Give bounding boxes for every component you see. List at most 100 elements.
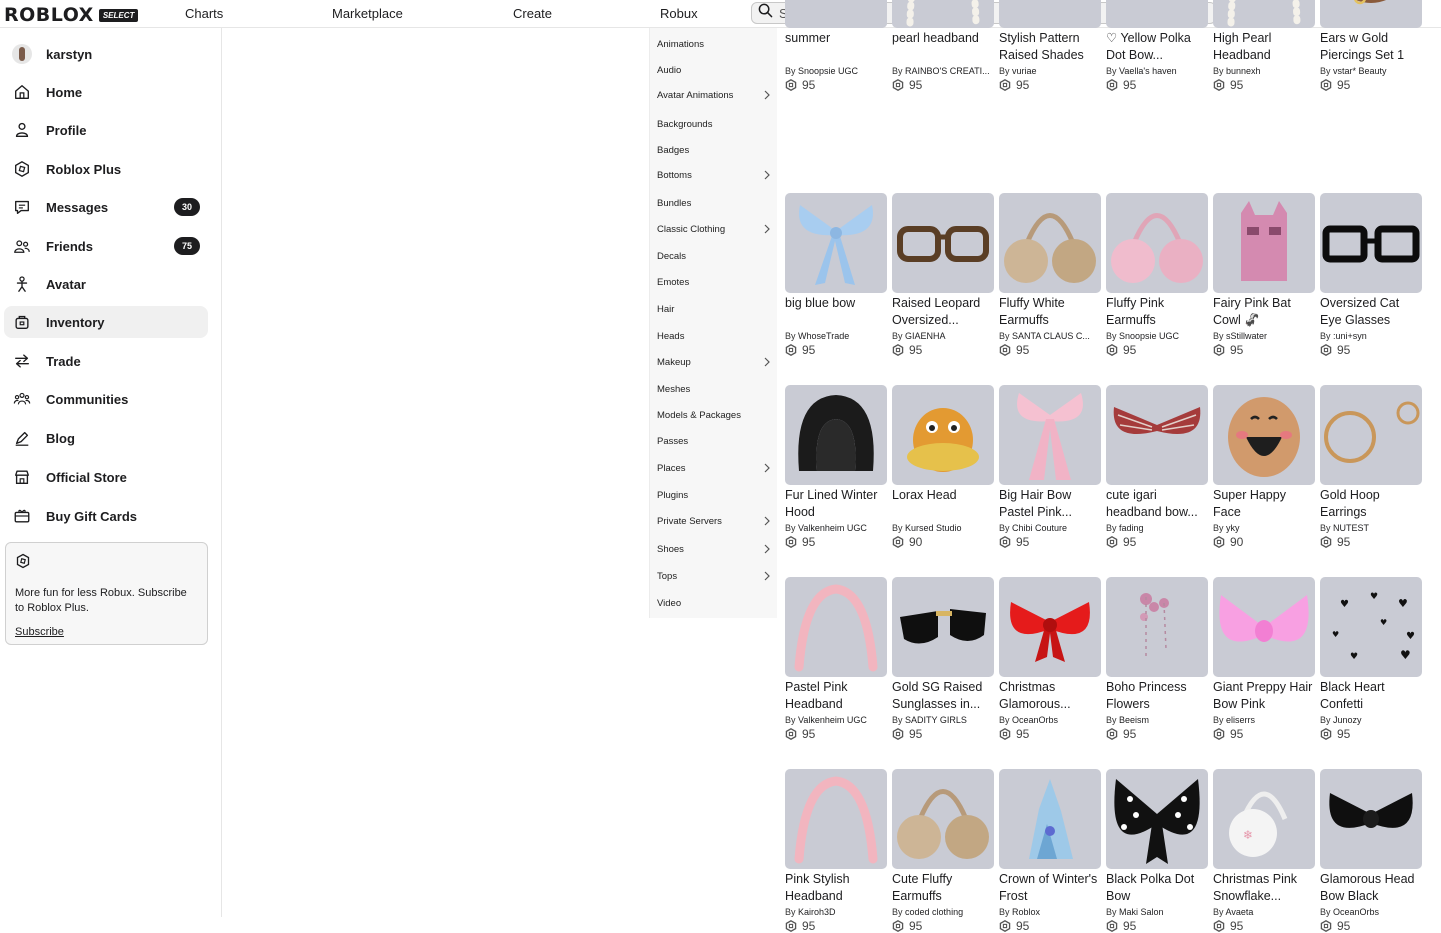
item-name[interactable]: Cute Fluffy Earmuffs	[892, 871, 994, 905]
creator-link[interactable]: NUTEST	[1333, 523, 1369, 533]
creator-link[interactable]: eliserrs	[1226, 715, 1255, 725]
item-thumbnail[interactable]	[785, 769, 887, 869]
item-thumbnail[interactable]	[892, 769, 994, 869]
subscribe-link[interactable]: Subscribe	[15, 626, 64, 638]
item-card[interactable]: Fur Lined Winter Hood By Valkenheim UGC 95	[785, 385, 887, 549]
creator-link[interactable]: SANTA CLAUS C...	[1012, 331, 1090, 341]
item-thumbnail[interactable]: ❄	[1213, 769, 1315, 869]
category-badges[interactable]: Badges	[650, 139, 778, 161]
sidebar-item-buy-gift-cards[interactable]: Buy Gift Cards	[4, 500, 208, 532]
item-name[interactable]: Fluffy White Earmuffs	[999, 295, 1101, 329]
item-thumbnail[interactable]	[1106, 577, 1208, 677]
item-thumbnail[interactable]	[892, 193, 994, 293]
category-tops[interactable]: Tops	[650, 565, 778, 587]
item-card[interactable]: Gold Hoop Earrings By NUTEST 95	[1320, 385, 1422, 549]
nav-robux[interactable]: Robux	[660, 6, 698, 21]
creator-link[interactable]: Beeism	[1119, 715, 1149, 725]
item-card[interactable]: Pink Stylish Headband By Kairoh3D 95	[785, 769, 887, 933]
creator-link[interactable]: Snoopsie UGC	[1119, 331, 1179, 341]
creator-link[interactable]: fading	[1119, 523, 1144, 533]
item-thumbnail[interactable]	[1320, 769, 1422, 869]
item-card[interactable]: Fluffy Pink Earmuffs By Snoopsie UGC 95	[1106, 193, 1208, 357]
item-name[interactable]: Giant Preppy Hair Bow Pink	[1213, 679, 1315, 713]
category-classic-clothing[interactable]: Classic Clothing	[650, 218, 778, 240]
item-thumbnail[interactable]	[892, 0, 994, 28]
item-card[interactable]: Gold SG Raised Sunglasses in... By SADITY…	[892, 577, 994, 741]
creator-link[interactable]: Valkenheim UGC	[798, 523, 867, 533]
item-name[interactable]: pearl headband	[892, 30, 994, 64]
sidebar-item-trade[interactable]: Trade	[4, 345, 208, 377]
creator-link[interactable]: vstar* Beauty	[1333, 66, 1387, 76]
item-card[interactable]: Christmas Glamorous... By OceanOrbs 95	[999, 577, 1101, 741]
item-thumbnail[interactable]	[1320, 0, 1422, 28]
sidebar-item-official-store[interactable]: Official Store	[4, 461, 208, 493]
item-name[interactable]: Fairy Pink Bat Cowl 🦨	[1213, 295, 1315, 329]
item-name[interactable]: Stylish Pattern Raised Shades	[999, 30, 1101, 64]
item-card[interactable]: Raised Leopard Oversized... By GIAENHA 95	[892, 193, 994, 357]
creator-link[interactable]: :uni+syn	[1333, 331, 1367, 341]
item-card[interactable]: pearl headband By RAINBO'S CREATI... 95	[892, 0, 994, 92]
item-card[interactable]: Big Hair Bow Pastel Pink... By Chibi Cout…	[999, 385, 1101, 549]
item-thumbnail[interactable]	[999, 385, 1101, 485]
nav-create[interactable]: Create	[513, 6, 552, 21]
category-audio[interactable]: Audio	[650, 59, 778, 81]
item-thumbnail[interactable]	[1106, 0, 1208, 28]
creator-link[interactable]: Roblox	[1012, 907, 1040, 917]
item-name[interactable]: cute igari headband bow...	[1106, 487, 1208, 521]
sidebar-item-messages[interactable]: Messages 30	[4, 191, 208, 223]
item-thumbnail[interactable]	[1213, 577, 1315, 677]
item-thumbnail[interactable]	[999, 0, 1101, 28]
item-name[interactable]: Christmas Pink Snowflake...	[1213, 871, 1315, 905]
item-thumbnail[interactable]	[785, 385, 887, 485]
item-card[interactable]: big blue bow By WhoseTrade 95	[785, 193, 887, 357]
item-name[interactable]: Christmas Glamorous...	[999, 679, 1101, 713]
item-thumbnail[interactable]	[892, 385, 994, 485]
creator-link[interactable]: Snoopsie UGC	[798, 66, 858, 76]
item-thumbnail[interactable]	[999, 769, 1101, 869]
creator-link[interactable]: coded clothing	[905, 907, 963, 917]
creator-link[interactable]: bunnexh	[1226, 66, 1261, 76]
category-emotes[interactable]: Emotes	[650, 271, 778, 293]
item-thumbnail[interactable]	[785, 577, 887, 677]
item-card[interactable]: Crown of Winter's Frost By Roblox 95	[999, 769, 1101, 933]
item-name[interactable]: summer	[785, 30, 887, 64]
item-name[interactable]: Fur Lined Winter Hood	[785, 487, 887, 521]
item-card[interactable]: Fairy Pink Bat Cowl 🦨 By sStillwater 95	[1213, 193, 1315, 357]
item-name[interactable]: ♡ Yellow Polka Dot Bow...	[1106, 30, 1208, 64]
item-name[interactable]: Pastel Pink Headband	[785, 679, 887, 713]
item-card[interactable]: ♥ ♥ ♥ ♥ ♥ ♥ ♥ ♥ Black Heart Confetti By Junozy 95	[1320, 577, 1422, 741]
creator-link[interactable]: Vaella's haven	[1119, 66, 1177, 76]
item-name[interactable]: Lorax Head	[892, 487, 994, 521]
creator-link[interactable]: RAINBO'S CREATI...	[905, 66, 990, 76]
category-heads[interactable]: Heads	[650, 325, 778, 347]
category-bundles[interactable]: Bundles	[650, 192, 778, 214]
item-card[interactable]: Fluffy White Earmuffs By SANTA CLAUS C...…	[999, 193, 1101, 357]
category-hair[interactable]: Hair	[650, 298, 778, 320]
item-thumbnail[interactable]: ♥ ♥ ♥ ♥ ♥ ♥ ♥ ♥	[1320, 577, 1422, 677]
sidebar-item-home[interactable]: Home	[4, 76, 208, 108]
item-card[interactable]: Oversized Cat Eye Glasses By :uni+syn 95	[1320, 193, 1422, 357]
category-places[interactable]: Places	[650, 457, 778, 479]
creator-link[interactable]: Kairoh3D	[798, 907, 836, 917]
item-name[interactable]: Ears w Gold Piercings Set 1	[1320, 30, 1422, 64]
item-name[interactable]: Gold SG Raised Sunglasses in...	[892, 679, 994, 713]
item-thumbnail[interactable]	[892, 577, 994, 677]
item-card[interactable]: High Pearl Headband By bunnexh 95	[1213, 0, 1315, 92]
item-card[interactable]: Black Polka Dot Bow By Maki Salon 95	[1106, 769, 1208, 933]
item-card[interactable]: ❄ Christmas Pink Snowflake... By Avaeta 95	[1213, 769, 1315, 933]
item-card[interactable]: Stylish Pattern Raised Shades By vuriae 95	[999, 0, 1101, 92]
sidebar-item-user[interactable]: karstyn	[4, 38, 208, 70]
item-card[interactable]: Boho Princess Flowers By Beeism 95	[1106, 577, 1208, 741]
sidebar-item-communities[interactable]: Communities	[4, 383, 208, 415]
item-card[interactable]: Pastel Pink Headband By Valkenheim UGC 95	[785, 577, 887, 741]
creator-link[interactable]: Valkenheim UGC	[798, 715, 867, 725]
item-thumbnail[interactable]	[1213, 193, 1315, 293]
item-thumbnail[interactable]	[785, 0, 887, 28]
creator-link[interactable]: GIAENHA	[905, 331, 946, 341]
item-thumbnail[interactable]	[999, 193, 1101, 293]
item-name[interactable]: Big Hair Bow Pastel Pink...	[999, 487, 1101, 521]
creator-link[interactable]: OceanOrbs	[1333, 907, 1379, 917]
item-name[interactable]: Gold Hoop Earrings	[1320, 487, 1422, 521]
creator-link[interactable]: Kursed Studio	[905, 523, 962, 533]
item-name[interactable]: High Pearl Headband	[1213, 30, 1315, 64]
